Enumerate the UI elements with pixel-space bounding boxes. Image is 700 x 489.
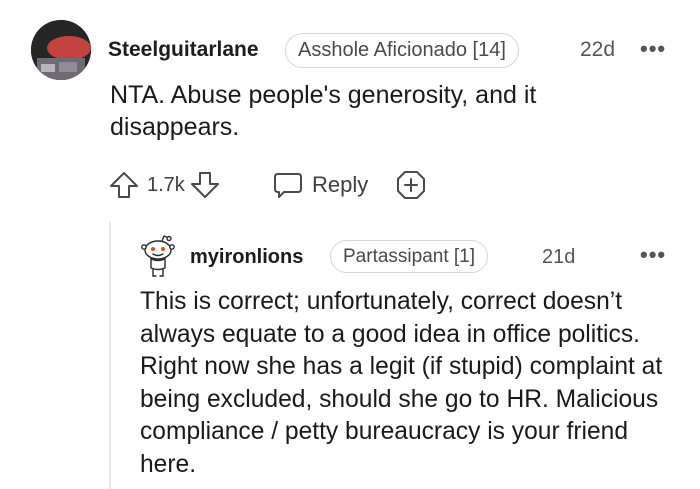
reply-age: 21d [542,246,576,268]
comment-age: 22d [580,38,616,61]
more-options-icon[interactable]: ••• [640,242,666,268]
user-flair: Asshole Aficionado [14] [285,33,519,68]
reply-button[interactable]: Reply [272,165,368,205]
user-flair: Partassipant [1] [330,240,489,273]
speech-bubble-icon [272,169,304,201]
thread-line[interactable] [109,222,111,489]
comment-username[interactable]: Steelguitarlane [108,38,259,62]
comment-actions: 1.7k [108,165,221,205]
downvote-arrow-icon[interactable] [189,169,221,201]
more-options-icon[interactable]: ••• [640,36,666,62]
avatar[interactable] [31,20,91,80]
plus-award-icon[interactable] [394,168,428,202]
comment-body: NTA. Abuse people's generosity, and it d… [110,81,537,141]
upvote-arrow-icon[interactable] [108,169,140,201]
vote-count: 1.7k [147,173,185,196]
reply-body: This is correct; unfortunately, correct … [140,288,663,478]
reply-username[interactable]: myironlions [190,246,303,269]
reply-label: Reply [312,172,369,197]
avatar[interactable] [140,235,176,279]
